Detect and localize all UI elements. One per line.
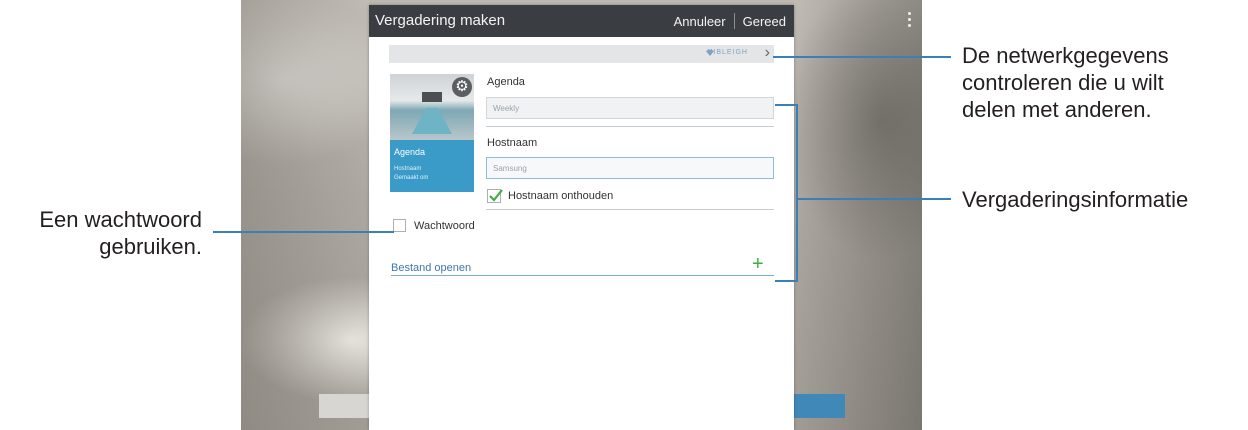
annotation-network: De netwerkgegevens controleren die u wil… <box>962 42 1169 123</box>
annotation-line-network <box>773 56 951 58</box>
bracket-bottom <box>775 280 798 282</box>
annotation-password: Een wachtwoord gebruiken. <box>0 206 202 260</box>
annotation-network-line2: controleren die u wilt <box>962 70 1164 95</box>
remember-host-checkbox[interactable] <box>487 189 503 203</box>
host-label: Hostnaam <box>487 137 538 149</box>
dialog-actions: Annuleer Gereed <box>674 13 786 29</box>
create-meeting-dialog: Vergadering maken Annuleer Gereed HIBLEI… <box>369 5 794 430</box>
annotation-line-meeting <box>796 198 951 200</box>
add-icon[interactable]: + <box>752 253 764 276</box>
card-title: Agenda <box>394 147 426 157</box>
dialog-header: Vergadering maken Annuleer Gereed <box>369 5 794 37</box>
action-divider <box>733 13 735 29</box>
meeting-thumbnail-card[interactable]: ⚙ Agenda Hostnaam Gemaakt om <box>390 74 474 192</box>
agenda-field[interactable]: Weekly <box>486 97 774 119</box>
annotation-network-line3: delen met anderen. <box>962 97 1152 122</box>
network-name: HIBLEIGH <box>707 49 748 56</box>
background-button-left <box>319 394 371 418</box>
dialog-title: Vergadering maken <box>375 12 506 29</box>
annotation-line-password <box>213 231 394 233</box>
background-button-right <box>793 394 845 418</box>
checkmark-icon <box>489 189 503 202</box>
chevron-right-icon[interactable]: › <box>765 44 770 62</box>
background-photo-right <box>794 0 922 430</box>
bracket-top <box>775 104 798 106</box>
overflow-menu-icon[interactable] <box>908 12 912 28</box>
divider <box>486 126 774 127</box>
password-label: Wachtwoord <box>414 220 475 232</box>
open-file-link[interactable]: Bestand openen <box>391 262 471 274</box>
network-info-bar[interactable]: HIBLEIGH › <box>389 44 774 63</box>
background-photo-left <box>241 0 369 430</box>
cancel-button[interactable]: Annuleer <box>674 14 726 29</box>
annotation-password-line1: Een wachtwoord <box>39 207 202 232</box>
card-created-label: Gemaakt om <box>394 175 429 181</box>
divider <box>486 209 774 210</box>
password-checkbox[interactable] <box>393 219 406 232</box>
gear-icon[interactable]: ⚙ <box>452 77 472 97</box>
annotation-network-line1: De netwerkgegevens <box>962 43 1169 68</box>
bracket-vertical <box>796 104 798 282</box>
annotation-password-line2: gebruiken. <box>99 234 202 259</box>
agenda-label: Agenda <box>487 76 525 88</box>
host-field[interactable]: Samsung <box>486 157 774 179</box>
open-file-underline <box>391 275 774 276</box>
remember-host-label: Hostnaam onthouden <box>508 190 614 202</box>
card-host-label: Hostnaam <box>394 166 422 172</box>
done-button[interactable]: Gereed <box>743 14 786 29</box>
annotation-meeting-info: Vergaderingsinformatie <box>962 187 1189 212</box>
